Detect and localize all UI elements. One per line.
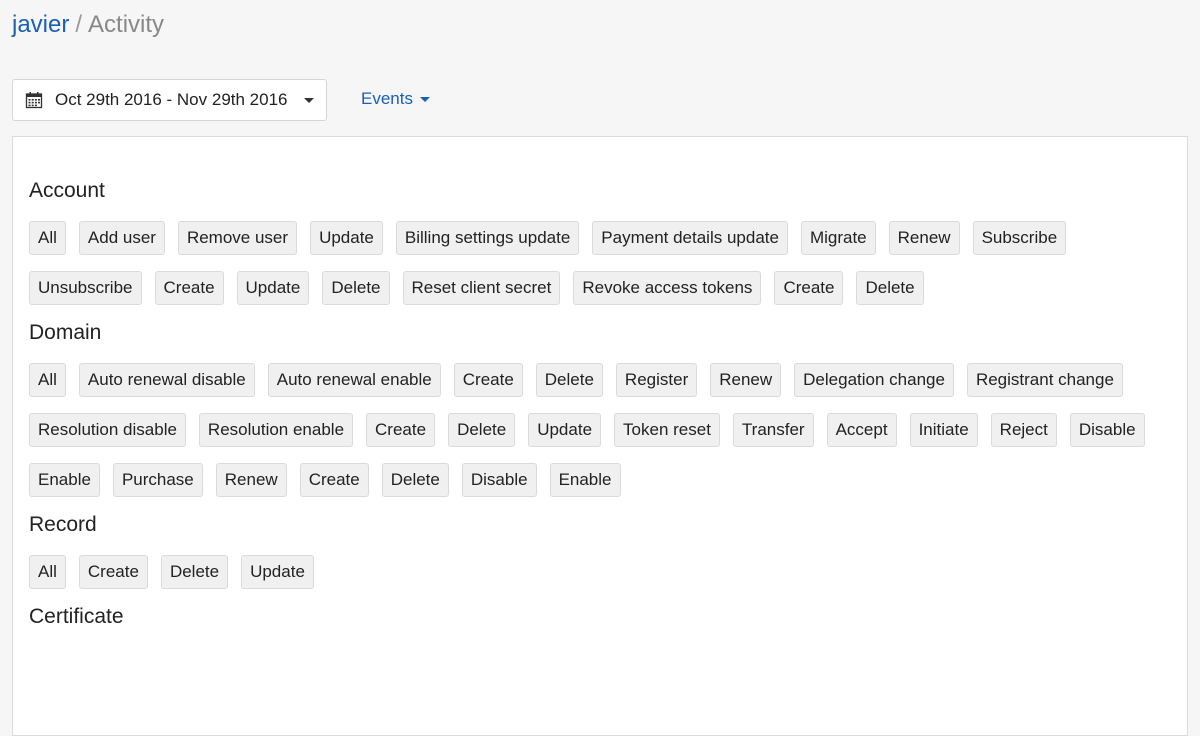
event-filter-tag[interactable]: Unsubscribe [29,271,142,305]
event-filter-tag[interactable]: Purchase [112,463,203,497]
breadcrumb: javier / Activity [12,10,164,40]
event-filter-tag[interactable]: Update [310,221,383,255]
event-filter-tag[interactable]: Reset client secret [402,271,561,305]
event-filter-tag[interactable]: Billing settings update [395,221,580,255]
event-filter-tag[interactable]: Delete [535,363,603,397]
event-filter-tag[interactable]: Enable [29,463,100,497]
event-filter-tag[interactable]: Delete [322,271,390,305]
event-filter-tag[interactable]: Create [154,271,224,305]
breadcrumb-separator: / [75,11,83,38]
calendar-icon [25,92,43,109]
event-tag-list: All Add user Remove user Update Billing sett… [29,221,1169,305]
event-filter-tag[interactable]: Create [78,555,148,589]
event-group-title: Certificate [29,605,124,628]
event-filter-tag[interactable]: All [29,363,66,397]
date-range-picker[interactable]: Oct 29th 2016 - Nov 29th 2016 [12,79,327,121]
events-dropdown[interactable]: Events [361,89,430,109]
event-filter-tag[interactable]: Disable [461,463,537,497]
event-group-title: Record [29,513,97,536]
event-filter-tag[interactable]: Update [236,271,310,305]
event-filter-tag[interactable]: Disable [1069,413,1145,447]
event-filter-tag[interactable]: Add user [78,221,165,255]
event-filter-tag[interactable]: Update [528,413,602,447]
breadcrumb-user-link[interactable]: javier [12,11,69,38]
event-filter-tag[interactable]: Resolution enable [198,413,354,447]
event-filter-tag[interactable]: Payment details update [592,221,788,255]
event-filter-tag[interactable]: Register [615,363,698,397]
events-dropdown-label: Events [361,89,413,108]
event-filter-tag[interactable]: Resolution disable [29,413,186,447]
event-filter-tag[interactable]: Create [453,363,523,397]
event-filter-tag[interactable]: Auto renewal disable [78,363,255,397]
event-filter-tag[interactable]: Migrate [800,221,876,255]
chevron-down-icon [304,97,314,103]
event-filter-tag[interactable]: All [29,555,66,589]
event-filter-panel: Account All Add user Remove user Update Billi… [12,136,1188,736]
date-range-value: Oct 29th 2016 - Nov 29th 2016 [55,90,288,109]
breadcrumb-current-page: Activity [88,11,165,38]
event-filter-tag[interactable]: Remove user [177,221,298,255]
event-filter-tag[interactable]: Subscribe [972,221,1067,255]
event-filter-tag[interactable]: Reject [990,413,1057,447]
event-filter-tag[interactable]: Renew [215,463,287,497]
event-filter-tag[interactable]: Registrant change [966,363,1123,397]
event-filter-tag[interactable]: Renew [710,363,782,397]
event-filter-tag[interactable]: Revoke access tokens [573,271,762,305]
event-filter-tag[interactable]: Delete [160,555,229,589]
event-tag-list: All Auto renewal disable Auto renewal enab… [29,363,1169,497]
event-filter-tag[interactable]: Renew [888,221,960,255]
event-group-record: Record All Create Delete Update [29,511,1171,589]
event-filter-tag[interactable]: Auto renewal enable [267,363,441,397]
event-group-account: Account All Add user Remove user Update Billi… [29,177,1171,305]
event-filter-tag[interactable]: Create [366,413,436,447]
chevron-down-icon [419,96,430,102]
event-group-title: Account [29,179,105,202]
event-filter-tag[interactable]: Enable [549,463,621,497]
event-filter-tag[interactable]: Transfer [732,413,814,447]
event-filter-tag[interactable]: All [29,221,66,255]
event-filter-tag[interactable]: Create [299,463,369,497]
event-filter-tag[interactable]: Delete [381,463,449,497]
event-filter-tag[interactable]: Update [241,555,314,589]
event-filter-tag[interactable]: Accept [826,413,897,447]
event-filter-tag[interactable]: Create [774,271,844,305]
event-filter-tag[interactable]: Delete [856,271,924,305]
event-group-title: Domain [29,321,102,344]
event-filter-tag[interactable]: Initiate [909,413,978,447]
event-tag-list: All Create Delete Update [29,555,1169,589]
event-filter-tag[interactable]: Delegation change [794,363,954,397]
event-filter-tag[interactable]: Token reset [614,413,720,447]
event-filter-tag[interactable]: Delete [448,413,516,447]
event-group-certificate: Certificate [29,603,1171,631]
event-group-domain: Domain All Auto renewal disable Auto renewa… [29,319,1171,497]
